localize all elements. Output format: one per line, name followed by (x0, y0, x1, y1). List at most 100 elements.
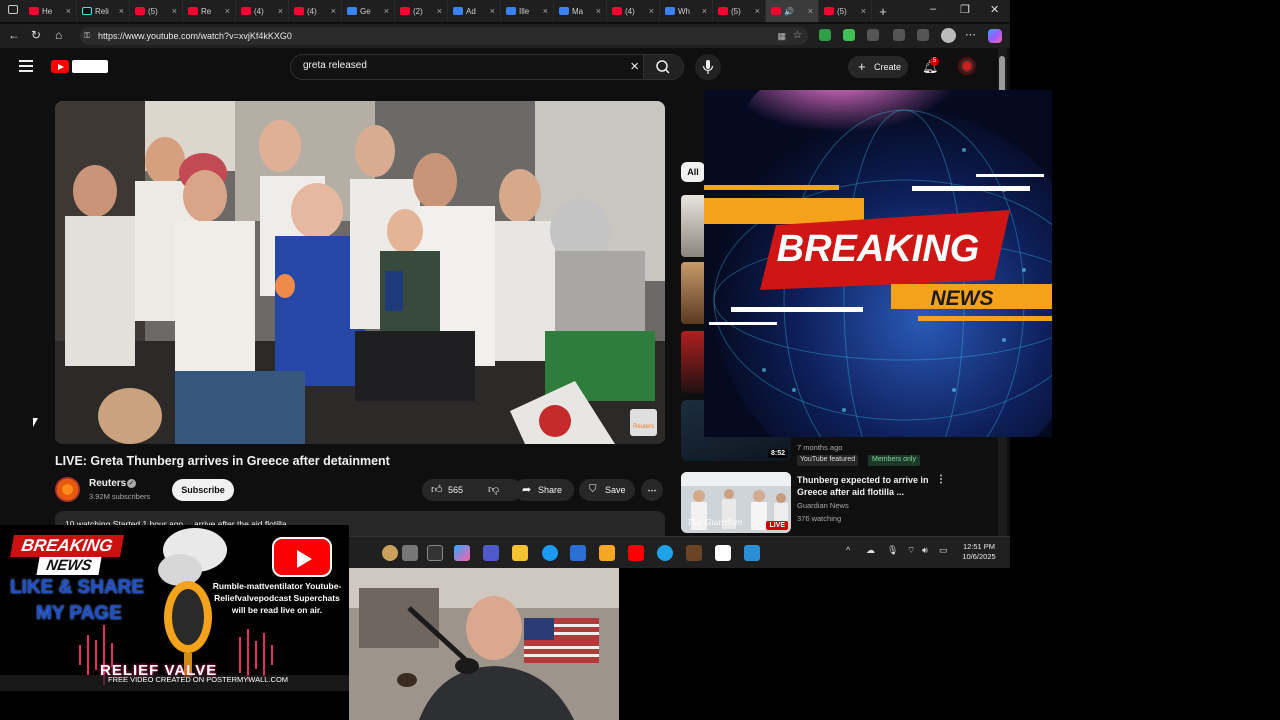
taskbar-app-icon[interactable] (382, 545, 398, 561)
browser-tab[interactable]: (5) × (130, 0, 183, 22)
channel-name[interactable]: Reuters (89, 478, 126, 489)
favorites-icon[interactable] (917, 29, 929, 41)
tab-strip: He × Reli × (5) × Re × (4) × (4) × Ge × (2) × Ad… (0, 0, 1010, 22)
browser-tab[interactable]: (5) × (713, 0, 766, 22)
recommended-channel[interactable]: Guardian News (797, 501, 849, 510)
cloud-icon[interactable]: ☁ (866, 545, 875, 556)
puzzle-icon[interactable] (867, 29, 879, 41)
browser-tab[interactable]: (4) × (289, 0, 342, 22)
speaker-icon[interactable]: 🔊 (784, 7, 794, 16)
close-icon[interactable]: × (66, 6, 71, 16)
close-icon[interactable]: × (278, 6, 283, 16)
extension-icon[interactable] (819, 29, 831, 41)
edge-icon[interactable] (542, 545, 558, 561)
thumbs-up-icon[interactable]: 👍︎ (431, 479, 443, 501)
close-icon[interactable]: × (596, 6, 601, 16)
browser-tab[interactable]: He × (24, 0, 77, 22)
search-box[interactable]: greta released × (290, 54, 684, 80)
close-icon[interactable]: × (225, 6, 230, 16)
profile-avatar[interactable] (941, 28, 956, 43)
browser-tab[interactable]: Ge × (342, 0, 395, 22)
browser-tab[interactable]: Re × (183, 0, 236, 22)
browser-tab[interactable]: (2) × (395, 0, 448, 22)
voice-search-button[interactable] (695, 54, 721, 80)
close-icon[interactable]: × (808, 6, 813, 16)
read-view-icon[interactable]: ▦ (777, 27, 786, 45)
site-info-icon[interactable]: ⚿ (84, 27, 90, 45)
tab-label: (5) (731, 6, 741, 16)
refresh-icon[interactable]: ↻ (31, 28, 41, 42)
close-icon[interactable]: × (543, 6, 548, 16)
account-avatar[interactable] (958, 57, 976, 75)
teams-icon[interactable] (483, 545, 499, 561)
shield-icon[interactable] (843, 29, 855, 41)
youtube-app-icon[interactable] (628, 545, 644, 561)
chip-all[interactable]: All (681, 162, 705, 182)
amazon-icon[interactable] (715, 545, 731, 561)
taskbar-app-icon[interactable] (744, 545, 760, 561)
messenger-icon[interactable] (657, 545, 673, 561)
subscribe-button[interactable]: Subscribe (172, 479, 234, 501)
wifi-icon[interactable]: ⌔ (907, 545, 915, 556)
browser-tab[interactable]: (4) × (236, 0, 289, 22)
browser-tab[interactable]: Ille × (501, 0, 554, 22)
maximize-icon[interactable]: ❐ (960, 3, 970, 16)
new-tab-icon[interactable]: + (872, 4, 894, 19)
close-icon[interactable]: × (649, 6, 654, 16)
close-icon[interactable]: × (490, 6, 495, 16)
more-options-icon[interactable]: ⋮ (936, 474, 946, 485)
clear-search-icon[interactable]: × (630, 58, 639, 75)
split-screen-icon[interactable] (893, 29, 905, 41)
recommended-title[interactable]: Thunberg expected to arrive in Greece af… (797, 474, 932, 498)
like-count[interactable]: 565 (448, 479, 463, 501)
close-icon[interactable]: × (172, 6, 177, 16)
copilot-icon[interactable] (988, 29, 1002, 43)
browser-tab[interactable]: (5) × (819, 0, 872, 22)
copilot-icon[interactable] (454, 545, 470, 561)
recommended-thumbnail[interactable]: The Guardian LIVE (681, 472, 791, 533)
file-explorer-icon[interactable] (512, 545, 528, 561)
share-button[interactable]: ➦ Share (514, 479, 574, 501)
browser-tab[interactable]: (4) × (607, 0, 660, 22)
close-window-icon[interactable]: ✕ (990, 3, 999, 16)
battery-icon[interactable]: ▭ (939, 545, 948, 556)
tray-chevron-icon[interactable]: ^ (846, 545, 850, 555)
video-player[interactable]: Reuters (55, 101, 665, 444)
tab-actions-icon[interactable] (0, 0, 24, 22)
create-button[interactable]: Create (848, 56, 908, 78)
close-icon[interactable]: × (437, 6, 442, 16)
more-actions-button[interactable]: ⋯ (641, 479, 663, 501)
microphone-icon[interactable]: 🎙︎ (887, 545, 898, 556)
thumbs-down-icon[interactable]: 👎︎ (488, 479, 499, 501)
minimize-icon[interactable]: – (930, 3, 936, 15)
shopping-icon[interactable] (599, 545, 615, 561)
youtube-logo-icon[interactable] (51, 60, 69, 73)
browser-tab[interactable]: Wh × (660, 0, 713, 22)
browser-tab[interactable]: Reli × (77, 0, 130, 22)
volume-icon[interactable]: 🔊︎ (922, 545, 928, 556)
close-icon[interactable]: × (702, 6, 707, 16)
close-icon[interactable]: × (861, 6, 866, 16)
taskbar-clock[interactable]: 12:51 PM 10/6/2025 (959, 542, 999, 562)
browser-tab-active[interactable]: 🔊 × (766, 0, 819, 22)
back-icon[interactable]: ← (8, 28, 20, 42)
close-icon[interactable]: × (119, 6, 124, 16)
channel-avatar[interactable] (55, 477, 80, 502)
close-icon[interactable]: × (384, 6, 389, 16)
menu-dots-icon[interactable]: ⋯ (965, 28, 976, 41)
menu-icon[interactable] (19, 60, 33, 72)
browser-tab[interactable]: Ma × (554, 0, 607, 22)
close-icon[interactable]: × (755, 6, 760, 16)
favorite-star-icon[interactable]: ☆ (793, 27, 802, 45)
taskbar-app-icon[interactable] (402, 545, 418, 561)
search-input[interactable]: greta released (303, 60, 367, 71)
close-icon[interactable]: × (331, 6, 336, 16)
store-icon[interactable] (570, 545, 586, 561)
home-icon[interactable]: ⌂ (55, 28, 62, 42)
url-field[interactable]: ⚿ https://www.youtube.com/watch?v=xvjKf4… (80, 27, 808, 45)
browser-tab[interactable]: Ad × (448, 0, 501, 22)
save-button[interactable]: ⛉ Save (579, 479, 635, 501)
ups-icon[interactable] (686, 545, 702, 561)
task-view-icon[interactable] (427, 545, 443, 561)
search-button[interactable] (643, 55, 683, 79)
